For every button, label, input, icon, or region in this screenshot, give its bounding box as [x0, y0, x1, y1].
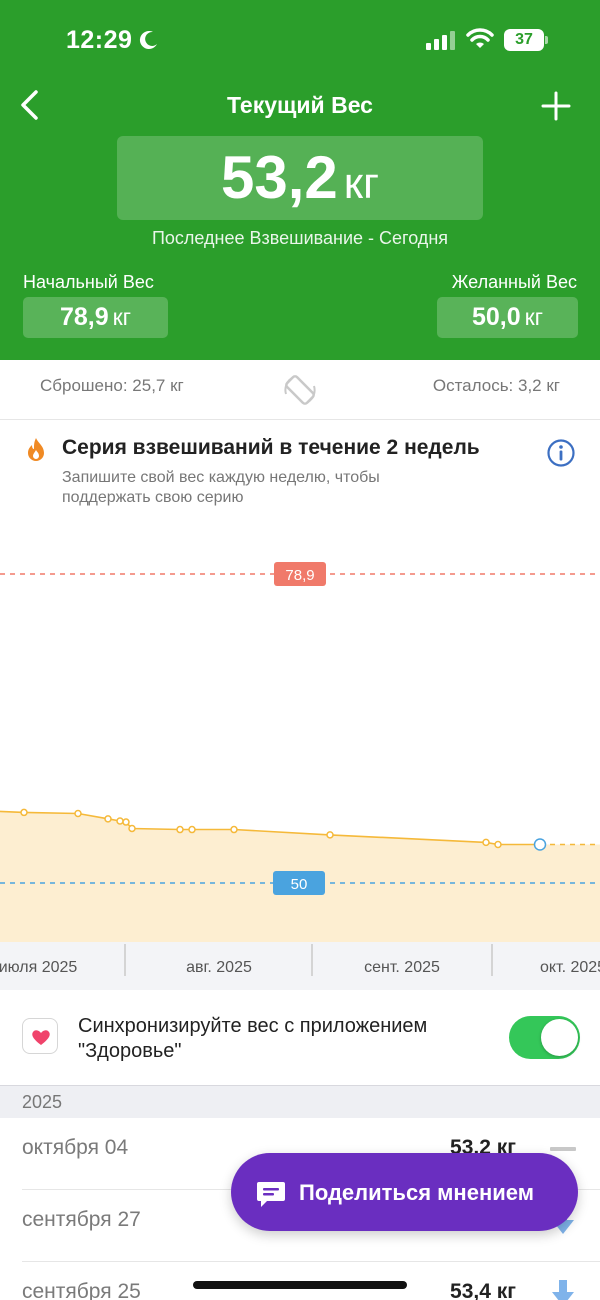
goal-weight-value: 50,0 [471, 303, 521, 331]
feedback-label[interactable]: Поделиться мнением [299, 1180, 534, 1206]
entry-date: сентября 25 [22, 1280, 141, 1300]
home-indicator [193, 1281, 407, 1289]
data-point [20, 808, 28, 817]
weight-remaining-text: Осталось: 3,2 кг [432, 376, 560, 395]
data-point [494, 840, 502, 849]
moon-icon [139, 31, 157, 50]
page-title: Текущий Вес [227, 92, 373, 118]
start-weight-box[interactable]: 78,9 кг [23, 297, 168, 338]
x-axis-tick-label: окт. 2025 [540, 959, 600, 976]
data-point [122, 818, 130, 826]
start-weight-unit: кг [112, 304, 132, 330]
entry-date: сентября 27 [22, 1208, 141, 1231]
data-point [104, 815, 112, 823]
x-axis-tick-label: сент. 2025 [364, 959, 440, 976]
fire-icon [28, 438, 44, 461]
toggle-knob[interactable] [541, 1019, 578, 1056]
data-point [230, 825, 238, 834]
weight-lost-text: Сброшено: 25,7 кг [40, 376, 184, 395]
signal-icon [426, 31, 455, 50]
data-point [188, 825, 196, 834]
reference-label: 78,9 [285, 567, 314, 584]
start-weight-value: 78,9 [59, 303, 109, 331]
x-axis-tick-label: авг. 2025 [186, 959, 252, 976]
year-section-header [0, 1086, 600, 1118]
status-time: 12:29 [66, 26, 133, 54]
x-axis-tick-label: июля 2025 [0, 959, 77, 976]
heart-icon [32, 1030, 50, 1045]
last-weigh-text: Последнее Взвешивание - Сегодня [151, 228, 448, 248]
add-plus-icon[interactable] [540, 90, 572, 122]
data-point [128, 824, 136, 833]
reference-label: 50 [291, 876, 308, 893]
goal-weight-box[interactable]: 50,0 кг [437, 297, 578, 338]
current-weight-unit: кг [343, 159, 380, 208]
data-point [482, 838, 490, 847]
data-point [176, 825, 184, 834]
health-app-icon [22, 1018, 58, 1054]
entry-date: октября 04 [22, 1136, 129, 1159]
goal-weight-label: Желанный Вес [451, 272, 577, 292]
battery-cap [545, 36, 548, 44]
header: 12:29 37 Текущий Вес 53,2 кг Последнее Вз… [0, 0, 600, 360]
goal-weight-unit: кг [524, 304, 544, 330]
rotate-screen-icon[interactable] [282, 372, 318, 408]
current-weight-box: 53,2 кг [117, 136, 483, 220]
data-point [74, 809, 82, 818]
info-icon[interactable] [546, 438, 576, 468]
data-point [326, 831, 334, 839]
health-sync-text: Синхронизируйте вес с приложением "Здоро… [78, 1015, 428, 1062]
wifi-icon [466, 28, 494, 48]
current-data-point [533, 838, 547, 851]
chat-bubble-icon [257, 1182, 285, 1207]
battery-indicator: 37 [504, 29, 544, 51]
trend-down-arrow-icon [552, 1280, 574, 1300]
streak-subtitle: Запишите свой вес каждую неделю, чтобы п… [62, 469, 380, 506]
data-point [116, 817, 124, 825]
year-label: 2025 [22, 1092, 63, 1112]
streak-title: Серия взвешиваний в течение 2 недель [62, 436, 480, 459]
start-weight-label: Начальный Вес [23, 272, 154, 292]
entry-weight: 53,4 кг [450, 1280, 516, 1300]
current-weight-value: 53,2 [220, 144, 338, 211]
status-bar: 12:29 37 [0, 0, 600, 80]
weight-chart[interactable]: 78,9 50 июля 2025 авг. 2025 сент. 2025 окт. 2… [0, 520, 600, 990]
